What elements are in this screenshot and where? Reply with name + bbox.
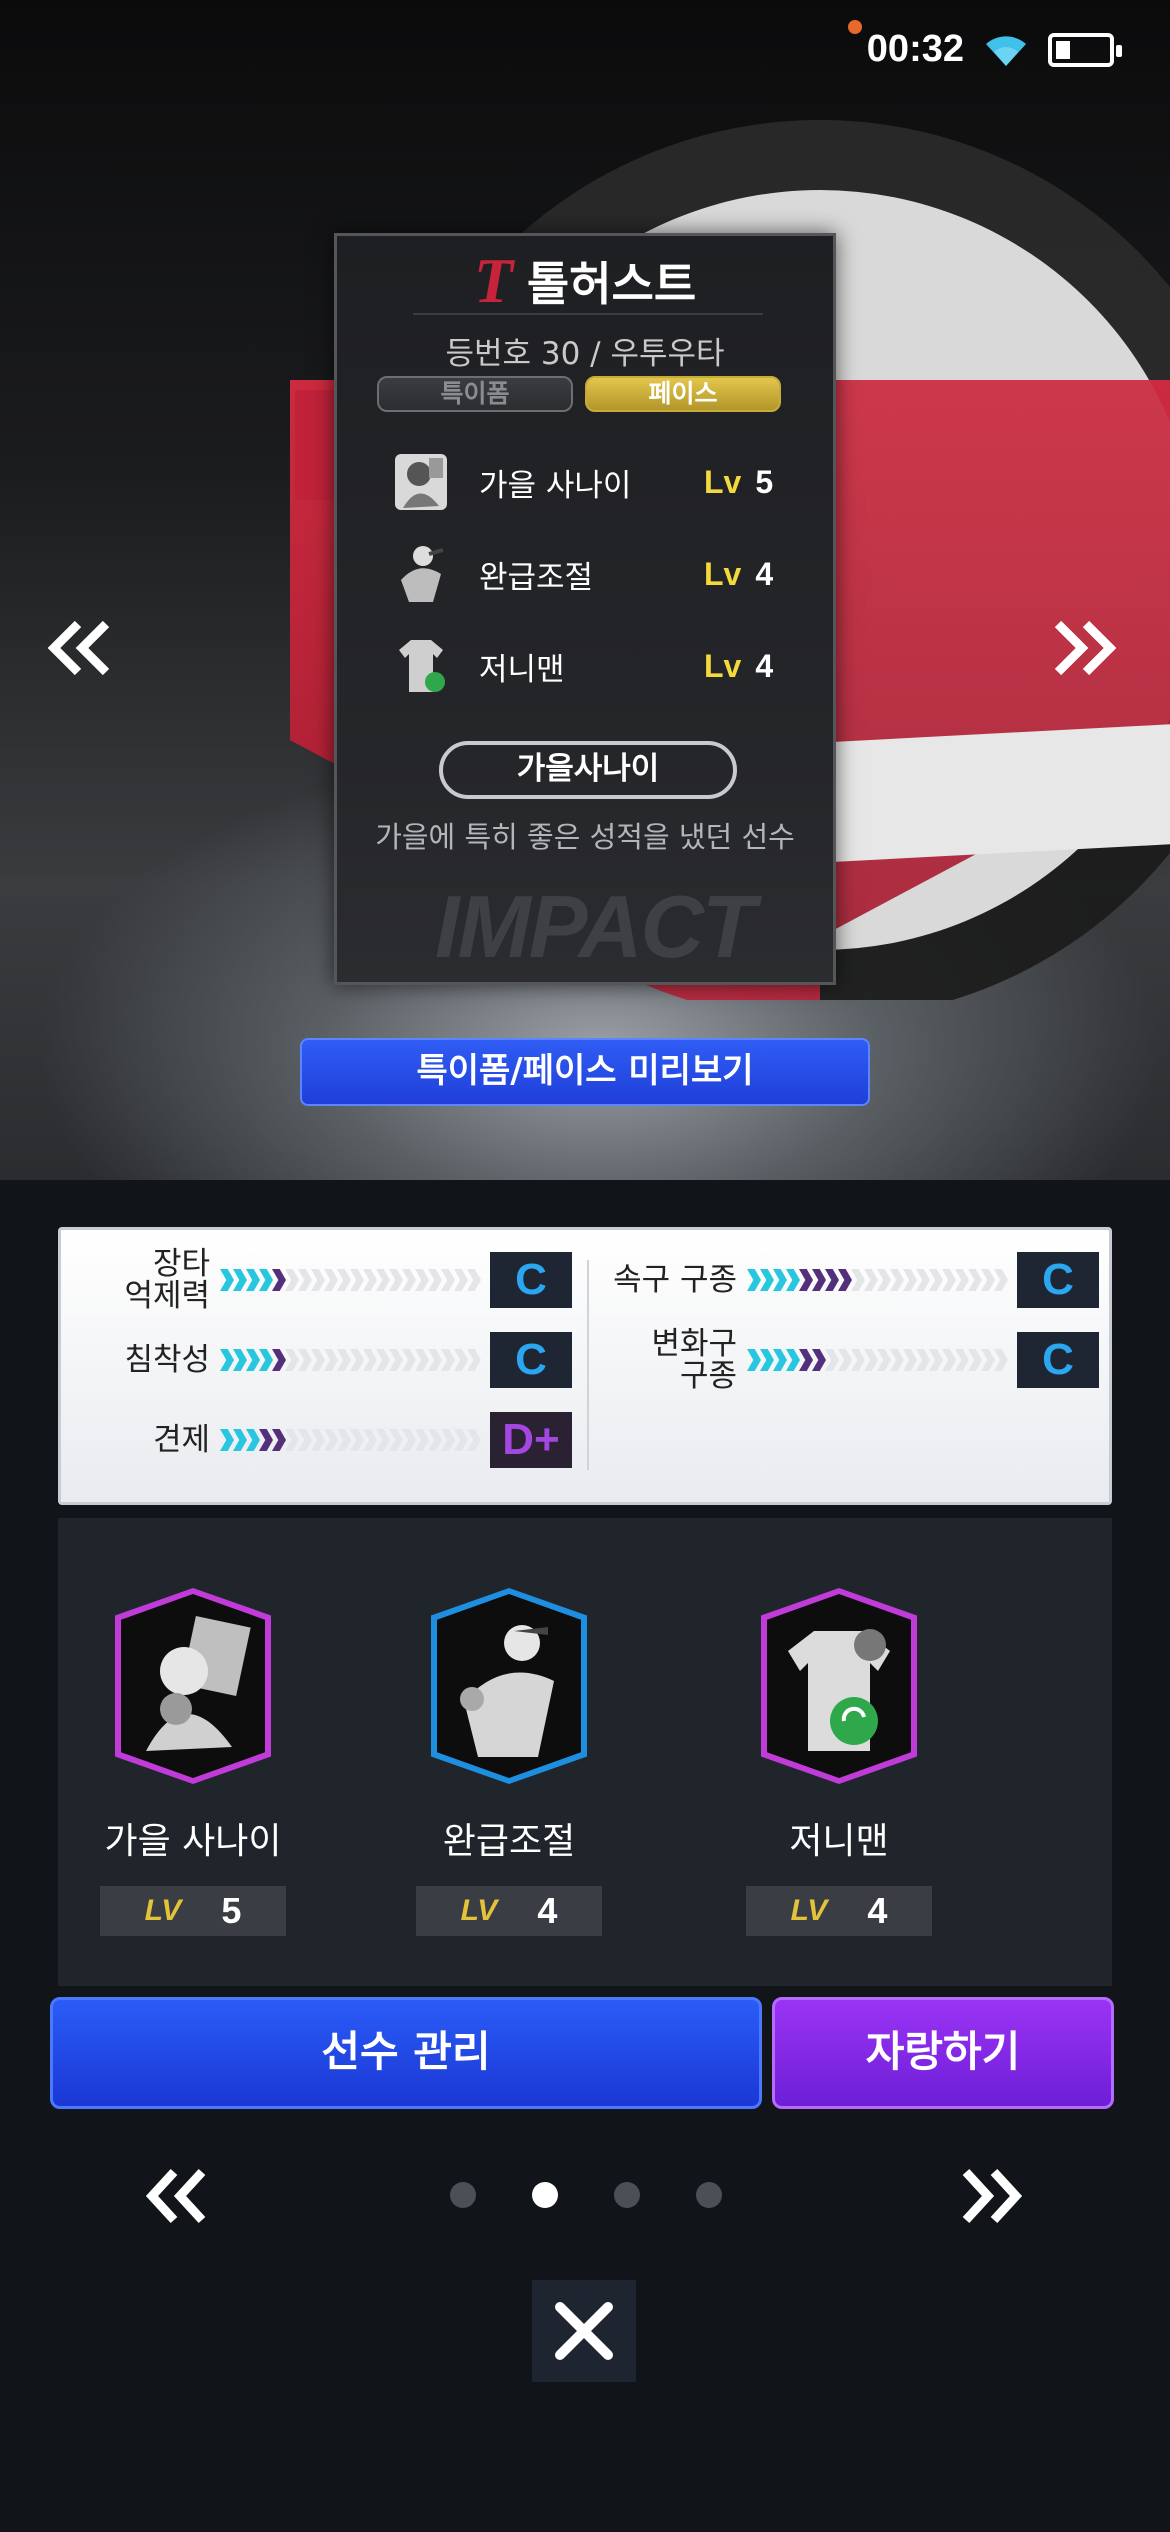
prev-player-arrow[interactable]	[44, 618, 124, 688]
skill-row: 가을 사나이 Lv 5	[387, 446, 787, 518]
notification-dot	[848, 20, 862, 34]
stat-label: 변화구 구종	[651, 1326, 737, 1394]
page-dot[interactable]	[450, 2182, 476, 2208]
stat-row: 침착성 C	[85, 1332, 572, 1388]
team-logo-icon: T	[473, 245, 513, 316]
clock: 00:32	[866, 28, 964, 70]
page-dot[interactable]	[614, 2182, 640, 2208]
stat-label: 장타 억제력	[124, 1246, 210, 1314]
page-dot[interactable]	[696, 2182, 722, 2208]
close-button[interactable]	[532, 2280, 636, 2382]
face-card-autumn-man[interactable]: 가을 사나이 LV 5	[63, 1588, 323, 1936]
player-name: 톨허스트	[526, 257, 697, 311]
stat-bar	[747, 1269, 1008, 1291]
stat-grade: C	[1017, 1332, 1099, 1388]
skill-level: Lv 5	[704, 463, 774, 500]
face-name: 가을 사나이	[104, 1821, 282, 1862]
boast-button[interactable]: 자랑하기	[772, 1997, 1114, 2109]
skill-name: 가을 사나이	[479, 467, 632, 504]
face-badge	[431, 1588, 587, 1784]
skill-level: Lv 4	[704, 555, 774, 592]
stat-bar	[220, 1269, 481, 1291]
close-icon	[555, 2302, 613, 2360]
double-chevron-right-icon	[1054, 620, 1117, 676]
battery-icon	[1048, 32, 1122, 67]
face-level: LV 4	[416, 1886, 602, 1936]
skill-row: 저니맨 Lv 4	[387, 630, 787, 702]
face-level: LV 5	[100, 1886, 286, 1936]
stats-panel: 장타 억제력 C 침착성 C 견제 D+ 속구 구종 C 변화구 구종 C	[58, 1227, 1112, 1505]
card-title: T 톨허스트	[337, 248, 833, 314]
pager-prev-button[interactable]	[140, 2168, 210, 2228]
manage-player-button[interactable]: 선수 관리	[50, 1997, 762, 2109]
selected-face-button[interactable]: 가을사나이	[439, 741, 737, 799]
stat-label: 속구 구종	[613, 1262, 737, 1298]
wifi-icon	[986, 35, 1026, 66]
pager	[0, 2168, 1170, 2224]
stat-label: 견제	[152, 1422, 210, 1458]
impact-watermark: IMPACT	[435, 877, 756, 976]
status-bar: 00:32	[866, 28, 1122, 71]
face-name: 저니맨	[789, 1821, 889, 1862]
stat-bar	[747, 1349, 1008, 1371]
autumn-man-icon	[121, 1594, 265, 1778]
tab-special-form[interactable]: 특이폼	[377, 376, 573, 412]
face-panel: 가을 사나이 LV 5 완급조절 LV 4 저니맨 LV 4	[58, 1518, 1112, 1986]
stat-row: 속구 구종 C	[605, 1252, 1099, 1308]
journeyman-icon	[767, 1594, 911, 1778]
journeyman-icon	[387, 630, 455, 702]
stat-grade: C	[490, 1332, 572, 1388]
skill-name: 완급조절	[479, 559, 594, 596]
double-chevron-left-icon	[47, 620, 110, 676]
autumn-man-icon	[387, 446, 455, 518]
double-chevron-left-icon	[145, 2168, 206, 2224]
skill-row: 완급조절 Lv 4	[387, 538, 787, 610]
selected-face-description: 가을에 특히 좋은 성적을 냈던 선수	[375, 820, 795, 854]
stat-bar	[220, 1429, 481, 1451]
stat-row: 장타 억제력 C	[85, 1248, 572, 1312]
next-player-arrow[interactable]	[1050, 618, 1130, 688]
pitcher-icon	[387, 538, 455, 610]
face-badge	[761, 1588, 917, 1784]
stat-grade: C	[490, 1252, 572, 1308]
double-chevron-right-icon	[962, 2168, 1023, 2224]
stat-grade: C	[1017, 1252, 1099, 1308]
skill-level: Lv 4	[704, 647, 774, 684]
player-info: 등번호 30 / 우투우타	[445, 336, 725, 372]
stat-bar	[220, 1349, 481, 1371]
player-face-screen: 00:32 T 톨허스트 등번호 30 / 우투우타 특이폼 페이스 가을 사나…	[0, 0, 1170, 2532]
player-card: T 톨허스트 등번호 30 / 우투우타 특이폼 페이스 가을 사나이 Lv 5 …	[334, 233, 836, 985]
face-level: LV 4	[746, 1886, 932, 1936]
face-card-journeyman[interactable]: 저니맨 LV 4	[709, 1588, 969, 1936]
face-badge	[115, 1588, 271, 1784]
stat-row: 견제 D+	[85, 1412, 572, 1468]
stat-grade: D+	[490, 1412, 572, 1468]
skill-name: 저니맨	[479, 651, 565, 688]
page-dots	[450, 2182, 722, 2208]
preview-button[interactable]: 특이폼/페이스 미리보기	[300, 1038, 870, 1106]
face-card-pitching-control[interactable]: 완급조절 LV 4	[379, 1588, 639, 1936]
pitcher-icon	[437, 1594, 581, 1778]
stat-label: 침착성	[124, 1342, 210, 1378]
card-tabs: 특이폼 페이스	[377, 376, 781, 412]
face-name: 완급조절	[442, 1821, 576, 1862]
pager-next-button[interactable]	[958, 2168, 1028, 2228]
stat-row: 변화구 구종 C	[605, 1328, 1099, 1392]
tab-face[interactable]: 페이스	[585, 376, 781, 412]
page-dot[interactable]	[532, 2182, 558, 2208]
